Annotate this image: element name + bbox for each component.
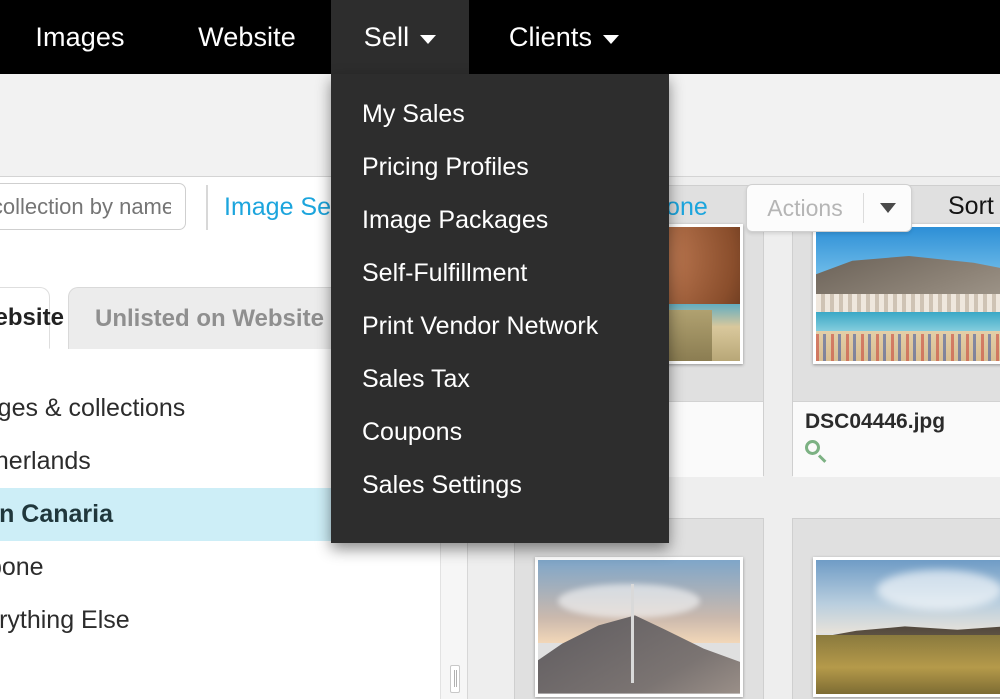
menu-item-my-sales[interactable]: My Sales <box>331 88 669 141</box>
menu-item-coupons[interactable]: Coupons <box>331 406 669 459</box>
thumbnail-photo <box>535 556 743 697</box>
main-navigation-bar: Images Website Sell Clients <box>0 0 1000 74</box>
menu-item-image-packages[interactable]: Image Packages <box>331 194 669 247</box>
menu-item-sales-settings[interactable]: Sales Settings <box>331 459 669 512</box>
image-card[interactable]: DSC04448.jpg <box>514 518 764 699</box>
actions-button-label: Actions <box>767 194 843 221</box>
nav-item-label: Website <box>198 21 296 52</box>
menu-item-sales-tax[interactable]: Sales Tax <box>331 353 669 406</box>
tab-listed-on-website[interactable]: Listed on Website <box>0 287 64 349</box>
chevron-down-icon <box>603 34 620 44</box>
thumbnail-photo <box>813 223 1000 364</box>
nav-item-sell[interactable]: Sell <box>331 0 469 74</box>
sort-label[interactable]: Sort <box>948 192 994 221</box>
sidebar-item-label: Netherlands <box>0 447 91 475</box>
menu-item-label: Pricing Profiles <box>362 153 529 181</box>
chevron-down-icon <box>420 34 437 44</box>
sell-dropdown-menu: My Sales Pricing Profiles Image Packages Se… <box>331 74 669 543</box>
menu-item-self-fulfillment[interactable]: Self-Fulfillment <box>331 247 669 300</box>
splitter-grip-handle[interactable] <box>450 665 460 693</box>
tab-unlisted-on-website[interactable]: Unlisted on Website <box>68 287 368 349</box>
tab-label: Unlisted on Website <box>95 304 324 332</box>
nav-item-website[interactable]: Website <box>194 0 300 74</box>
chevron-down-icon[interactable] <box>864 203 911 213</box>
nav-item-label: Sell <box>363 21 410 52</box>
sidebar-item-label: Lisbone <box>0 553 44 581</box>
sidebar-item-everything-else[interactable]: Everything Else <box>0 594 440 647</box>
sidebar-item-label: Images & collections <box>0 394 186 422</box>
image-thumbnail[interactable] <box>515 519 763 699</box>
actions-dropdown-button[interactable]: Actions <box>746 184 912 232</box>
menu-item-label: Image Packages <box>362 206 549 234</box>
collection-search-input[interactable] <box>0 183 186 230</box>
sidebar-item-lisbone[interactable]: Lisbone <box>0 541 440 594</box>
image-card[interactable]: DSC04450.jpg <box>792 518 1000 699</box>
image-filename: DSC04446.jpg <box>805 410 946 433</box>
sell-menu-items: My Sales Pricing Profiles Image Packages Se… <box>331 74 669 512</box>
image-thumbnail[interactable] <box>793 519 1000 699</box>
thumbnail-photo <box>813 556 1000 697</box>
nav-item-clients[interactable]: Clients <box>501 0 627 74</box>
toolbar-divider <box>206 185 208 230</box>
menu-item-label: Sales Tax <box>362 365 470 393</box>
sidebar-item-label: Gran Canaria <box>0 500 114 528</box>
image-card-meta: DSC04446.jpg <box>793 401 1000 477</box>
sidebar-item-label: Everything Else <box>0 606 130 634</box>
menu-item-label: My Sales <box>362 100 465 128</box>
menu-item-print-vendor-network[interactable]: Print Vendor Network <box>331 300 669 353</box>
nav-item-images[interactable]: Images <box>34 0 126 74</box>
application-window: Image Select: None Actions Sort Listed o… <box>0 0 1000 699</box>
menu-item-pricing-profiles[interactable]: Pricing Profiles <box>331 141 669 194</box>
nav-item-label: Images <box>35 21 125 52</box>
nav-item-label: Clients <box>508 21 593 52</box>
menu-item-label: Sales Settings <box>362 471 522 499</box>
menu-item-label: Self-Fulfillment <box>362 259 528 287</box>
menu-item-label: Coupons <box>362 418 463 446</box>
menu-item-label: Print Vendor Network <box>362 312 599 340</box>
tab-label: Listed on Website <box>0 304 64 331</box>
search-icon[interactable] <box>805 440 831 466</box>
